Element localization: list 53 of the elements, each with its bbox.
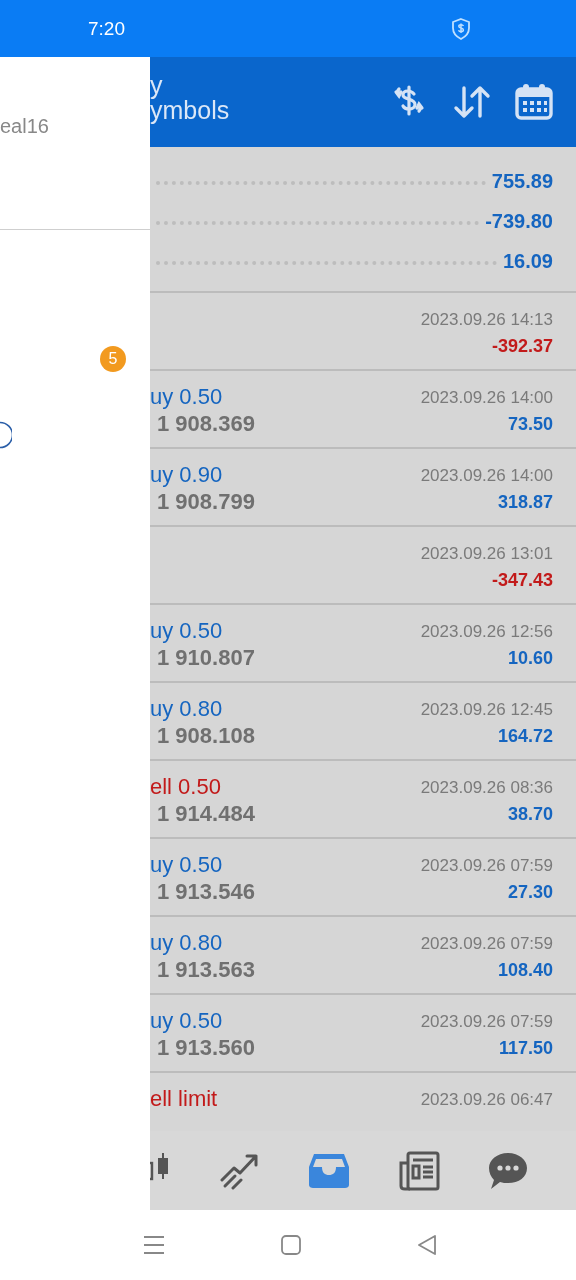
order-type: ell 0.50 <box>150 773 222 800</box>
deal-price: 1 913.560 <box>156 1034 255 1061</box>
chat-bubble-icon[interactable] <box>488 1150 528 1191</box>
deal-time: 2023.09.26 14:00 <box>420 465 553 487</box>
deal-time: 2023.09.26 14:00 <box>420 387 553 409</box>
deal-price: 1 908.108 <box>156 722 255 749</box>
inbox-icon[interactable] <box>308 1152 350 1189</box>
order-type: uy 0.50 <box>150 383 224 410</box>
summary-value: -739.80 <box>485 209 553 233</box>
shield-dollar-icon <box>451 17 471 40</box>
order-type: uy 0.50 <box>150 1007 224 1034</box>
deal-time: 2023.09.26 13:01 <box>420 543 553 565</box>
calendar-icon[interactable] <box>514 83 554 121</box>
deal-time: 2023.09.26 12:45 <box>420 699 553 721</box>
deal-time: 2023.09.26 14:13 <box>420 309 553 331</box>
deal-time: 2023.09.26 08:36 <box>420 777 553 799</box>
deal-profit: -347.43 <box>491 569 553 592</box>
deal-time: 2023.09.26 07:59 <box>420 933 553 955</box>
deal-profit: 10.60 <box>507 647 553 670</box>
deal-time: 2023.09.26 12:56 <box>420 621 553 643</box>
summary-value: 755.89 <box>491 169 553 193</box>
deal-price: 1 908.799 <box>156 488 255 515</box>
order-type: uy 0.50 <box>150 617 224 644</box>
order-type: ell limit <box>150 1085 218 1112</box>
deal-price: 1 913.563 <box>156 956 255 983</box>
newspaper-icon[interactable] <box>398 1150 440 1191</box>
deal-time: 2023.09.26 06:47 <box>420 1089 553 1111</box>
home-square-icon[interactable] <box>281 1235 301 1255</box>
deal-price: 1 908.369 <box>156 410 255 437</box>
deal-price: 1 914.484 <box>156 800 255 827</box>
sort-icon[interactable] <box>452 84 492 120</box>
deal-price: 1 910.807 <box>156 644 255 671</box>
deal-profit: 27.30 <box>507 881 553 904</box>
deal-profit: 318.87 <box>497 491 553 514</box>
order-type: uy 0.90 <box>150 461 224 488</box>
deal-profit: 164.72 <box>497 725 553 748</box>
deal-time: 2023.09.26 07:59 <box>420 855 553 877</box>
menu-icon[interactable] <box>143 1235 165 1255</box>
back-icon[interactable] <box>417 1235 437 1255</box>
summary-value: 16.09 <box>502 249 553 273</box>
order-type: uy 0.80 <box>150 695 224 722</box>
clock-time: 7:20 <box>88 17 125 40</box>
deal-time: 2023.09.26 07:59 <box>420 1011 553 1033</box>
count-badge: 5 <box>100 346 126 372</box>
deal-profit: 108.40 <box>497 959 553 982</box>
deal-profit: 38.70 <box>507 803 553 826</box>
deal-price: 1 913.546 <box>156 878 255 905</box>
account-label: eal16 <box>0 115 49 138</box>
deal-profit: 117.50 <box>498 1037 553 1060</box>
deal-profit: 73.50 <box>507 413 553 436</box>
order-type: uy 0.50 <box>150 851 224 878</box>
order-type: uy 0.80 <box>150 929 224 956</box>
deal-profit: -392.37 <box>491 335 553 358</box>
